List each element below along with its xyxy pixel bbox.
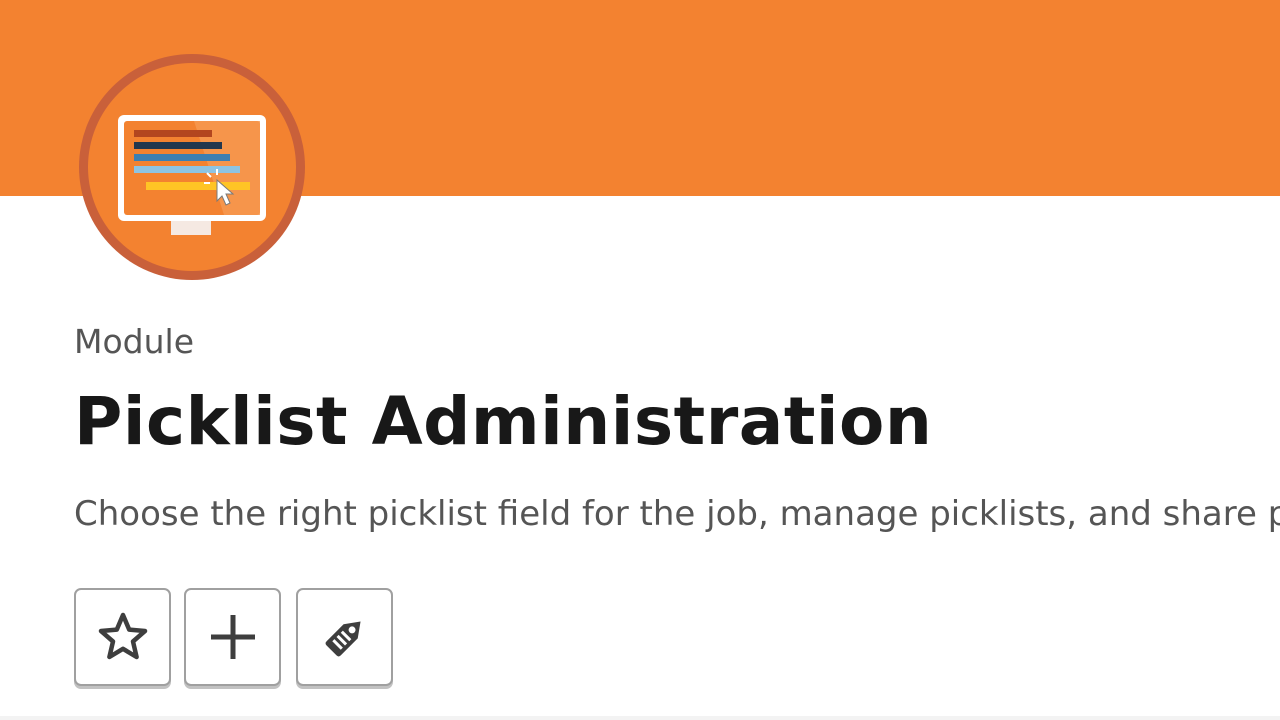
divider [0, 716, 1280, 720]
module-description: Choose the right picklist field for the … [74, 494, 1280, 534]
add-to-collection-button[interactable] [184, 588, 281, 686]
module-page: Module Picklist Administration Choose th… [0, 0, 1280, 720]
plus-icon [210, 615, 255, 659]
tag-icon [325, 621, 361, 657]
monitor-picklist-icon [79, 54, 305, 280]
tag-button[interactable] [296, 588, 393, 686]
favorite-button[interactable] [74, 588, 171, 686]
content-type-label: Module [74, 322, 194, 361]
star-icon [98, 612, 147, 660]
module-badge [74, 49, 310, 285]
page-title: Picklist Administration [74, 383, 933, 460]
